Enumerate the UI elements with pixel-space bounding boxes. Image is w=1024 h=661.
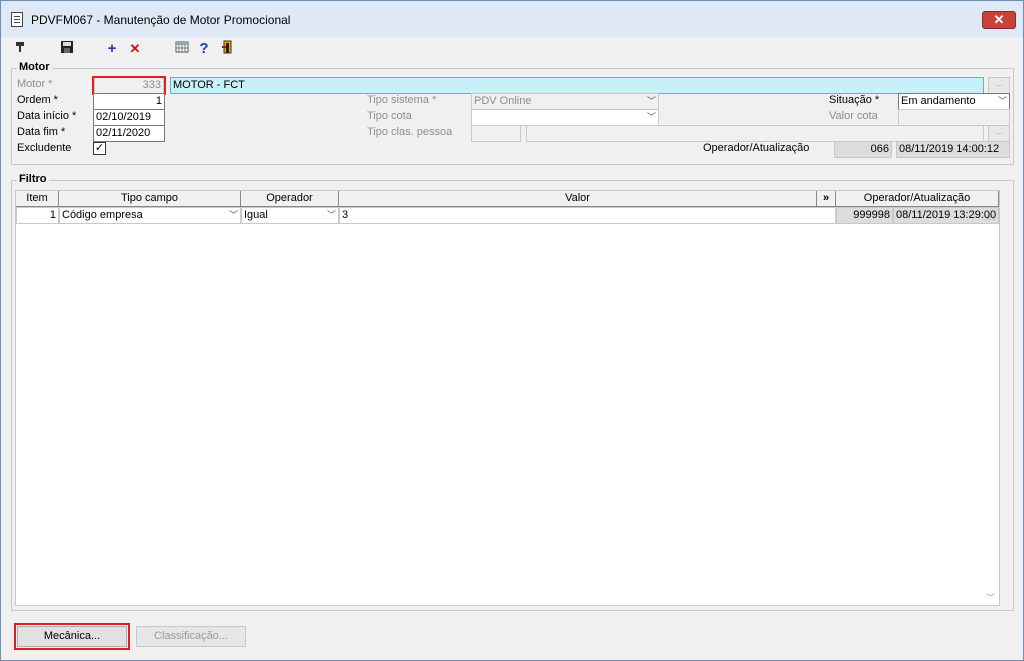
save-icon[interactable] bbox=[58, 40, 76, 58]
operador-field: 066 bbox=[834, 141, 892, 158]
client-area: + ✕ ? Motor Motor * 333 MOTOR - FCT ⋯ Or… bbox=[7, 37, 1018, 655]
window-title: PDVFM067 - Manutenção de Motor Promocion… bbox=[31, 13, 291, 27]
motor-group: Motor Motor * 333 MOTOR - FCT ⋯ Ordem * … bbox=[11, 61, 1014, 165]
tipo-clas-pessoa-desc[interactable] bbox=[526, 125, 984, 142]
cell-valor[interactable]: 3 bbox=[339, 207, 836, 224]
motor-label: Motor * bbox=[17, 78, 53, 90]
cell-atualizacao: 08/11/2019 13:29:00 bbox=[893, 207, 999, 224]
delete-icon[interactable]: ✕ bbox=[126, 40, 144, 58]
calendar-grid-icon[interactable] bbox=[173, 40, 191, 58]
atualizacao-field: 08/11/2019 14:00:12 bbox=[896, 141, 1010, 158]
cursor-icon[interactable] bbox=[11, 40, 29, 58]
excludente-label: Excludente bbox=[17, 142, 72, 154]
chevron-down-icon: ﹀ bbox=[646, 112, 656, 122]
tipo-cota-select[interactable]: ﹀ bbox=[471, 109, 659, 126]
tipo-clas-pessoa-code[interactable] bbox=[471, 125, 521, 142]
mecanica-highlight bbox=[14, 623, 130, 650]
cell-item: 1 bbox=[16, 207, 59, 224]
grid-header: Item Tipo campo Operador Valor » Operado… bbox=[16, 191, 999, 207]
motor-lookup-button[interactable]: ⋯ bbox=[988, 77, 1010, 94]
valor-cota-label: Valor cota bbox=[829, 110, 878, 122]
col-header-item: Item bbox=[16, 191, 59, 206]
expand-columns-button[interactable]: » bbox=[817, 191, 836, 206]
close-button[interactable]: ✕ bbox=[982, 11, 1016, 29]
data-inicio-field[interactable]: 02/10/2019 bbox=[93, 109, 165, 126]
chevron-down-icon: ﹀ bbox=[997, 96, 1007, 106]
title-bar: PDVFM067 - Manutenção de Motor Promocion… bbox=[1, 1, 1023, 37]
tipo-sistema-label: Tipo sistema * bbox=[367, 94, 437, 106]
chevron-down-icon: ﹀ bbox=[646, 96, 656, 106]
filtro-group: Filtro Item Tipo campo Operador Valor » … bbox=[11, 173, 1014, 611]
filtro-group-title: Filtro bbox=[17, 173, 49, 185]
situacao-value: Em andamento bbox=[901, 95, 976, 107]
data-fim-field[interactable]: 02/11/2020 bbox=[93, 125, 165, 142]
cell-operador-value: Igual bbox=[244, 209, 268, 221]
tipo-sistema-value: PDV Online bbox=[474, 95, 532, 107]
situacao-label: Situação * bbox=[829, 94, 880, 106]
scroll-down-icon[interactable]: ﹀ bbox=[986, 591, 995, 604]
chevron-down-icon: ﹀ bbox=[228, 210, 238, 220]
motor-name-field[interactable]: MOTOR - FCT bbox=[170, 77, 984, 94]
tipo-sistema-select[interactable]: PDV Online ﹀ bbox=[471, 93, 659, 110]
ordem-field[interactable]: 1 bbox=[93, 93, 165, 110]
document-icon bbox=[11, 12, 23, 27]
cell-operador: 999998 bbox=[836, 207, 893, 224]
motor-group-title: Motor bbox=[17, 61, 52, 73]
col-header-tipo-campo: Tipo campo bbox=[59, 191, 241, 206]
chevron-down-icon: ﹀ bbox=[326, 210, 336, 220]
cell-tipo-campo-value: Código empresa bbox=[62, 209, 143, 221]
scroll-up-icon[interactable]: ︿ bbox=[986, 209, 995, 222]
tipo-cota-label: Tipo cota bbox=[367, 110, 412, 122]
data-inicio-label: Data início * bbox=[17, 110, 77, 122]
situacao-select[interactable]: Em andamento ﹀ bbox=[898, 93, 1010, 110]
col-header-operador: Operador bbox=[241, 191, 339, 206]
tipo-clas-pessoa-label: Tipo clas. pessoa bbox=[367, 126, 453, 138]
ordem-label: Ordem * bbox=[17, 94, 58, 106]
col-header-valor: Valor bbox=[339, 191, 817, 206]
exit-icon[interactable] bbox=[219, 40, 237, 58]
col-header-operador-atualizacao: Operador/Atualização bbox=[836, 191, 999, 206]
help-icon[interactable]: ? bbox=[195, 40, 213, 58]
operador-atualizacao-label: Operador/Atualização bbox=[703, 142, 810, 154]
filtro-grid: Item Tipo campo Operador Valor » Operado… bbox=[15, 190, 1000, 606]
data-fim-label: Data fim * bbox=[17, 126, 66, 138]
cell-operador-select[interactable]: Igual ﹀ bbox=[241, 207, 339, 224]
tipo-clas-lookup-button[interactable]: ⋯ bbox=[988, 125, 1010, 142]
vertical-scrollbar[interactable]: ︿ ﹀ bbox=[986, 207, 1000, 605]
main-window: PDVFM067 - Manutenção de Motor Promocion… bbox=[0, 0, 1024, 661]
excludente-checkbox[interactable]: ✓ bbox=[93, 142, 106, 155]
cell-tipo-campo-select[interactable]: Código empresa ﹀ bbox=[59, 207, 241, 224]
table-row[interactable]: 1 Código empresa ﹀ Igual ﹀ 3 999998 08/1… bbox=[16, 207, 999, 224]
add-icon[interactable]: + bbox=[103, 40, 121, 58]
toolbar: + ✕ ? bbox=[7, 37, 1018, 61]
valor-cota-field[interactable] bbox=[898, 109, 1010, 126]
classificacao-button[interactable]: Classificação... bbox=[136, 626, 246, 647]
